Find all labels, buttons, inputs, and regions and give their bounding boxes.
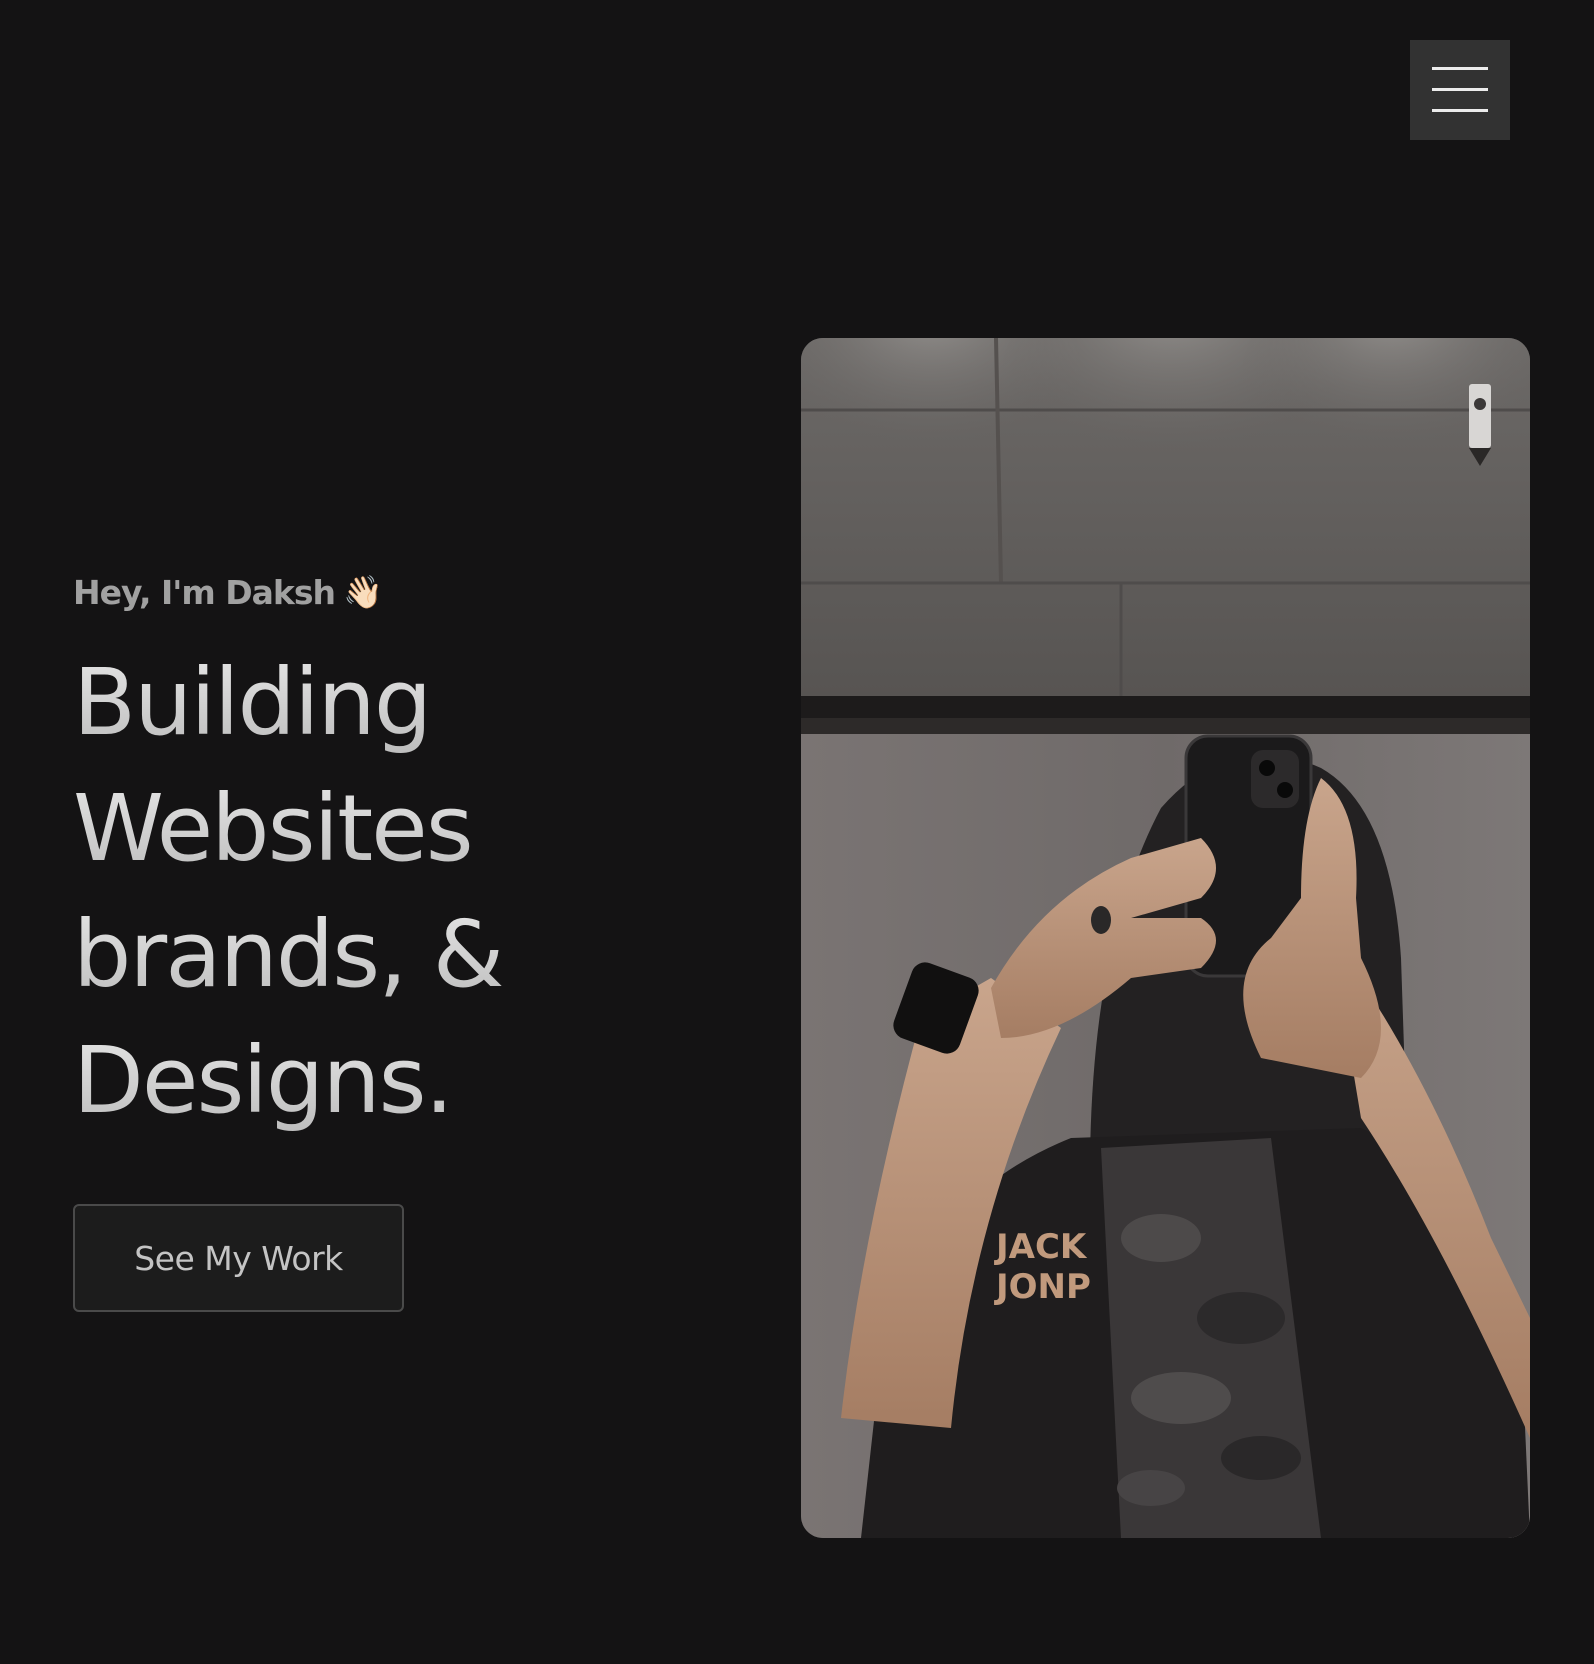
svg-text:JONP: JONP	[994, 1267, 1091, 1307]
greeting-text: Hey, I'm Daksh	[73, 572, 336, 612]
see-my-work-button[interactable]: See My Work	[73, 1204, 404, 1312]
hero-headline: Building Websites brands, & Designs.	[73, 640, 504, 1144]
headline-line-4: Designs.	[73, 1018, 502, 1144]
menu-button[interactable]	[1410, 40, 1510, 140]
svg-text:JACK: JACK	[994, 1227, 1088, 1267]
greeting: Hey, I'm Daksh 👋🏻	[73, 570, 383, 614]
profile-photo: JACK JONP	[801, 338, 1530, 1538]
waving-hand-icon: 👋🏻	[342, 573, 383, 611]
headline-line-3: brands, &	[73, 892, 504, 1018]
headline-line-1: Building	[73, 640, 502, 766]
headline-line-2: Websites	[73, 766, 502, 892]
